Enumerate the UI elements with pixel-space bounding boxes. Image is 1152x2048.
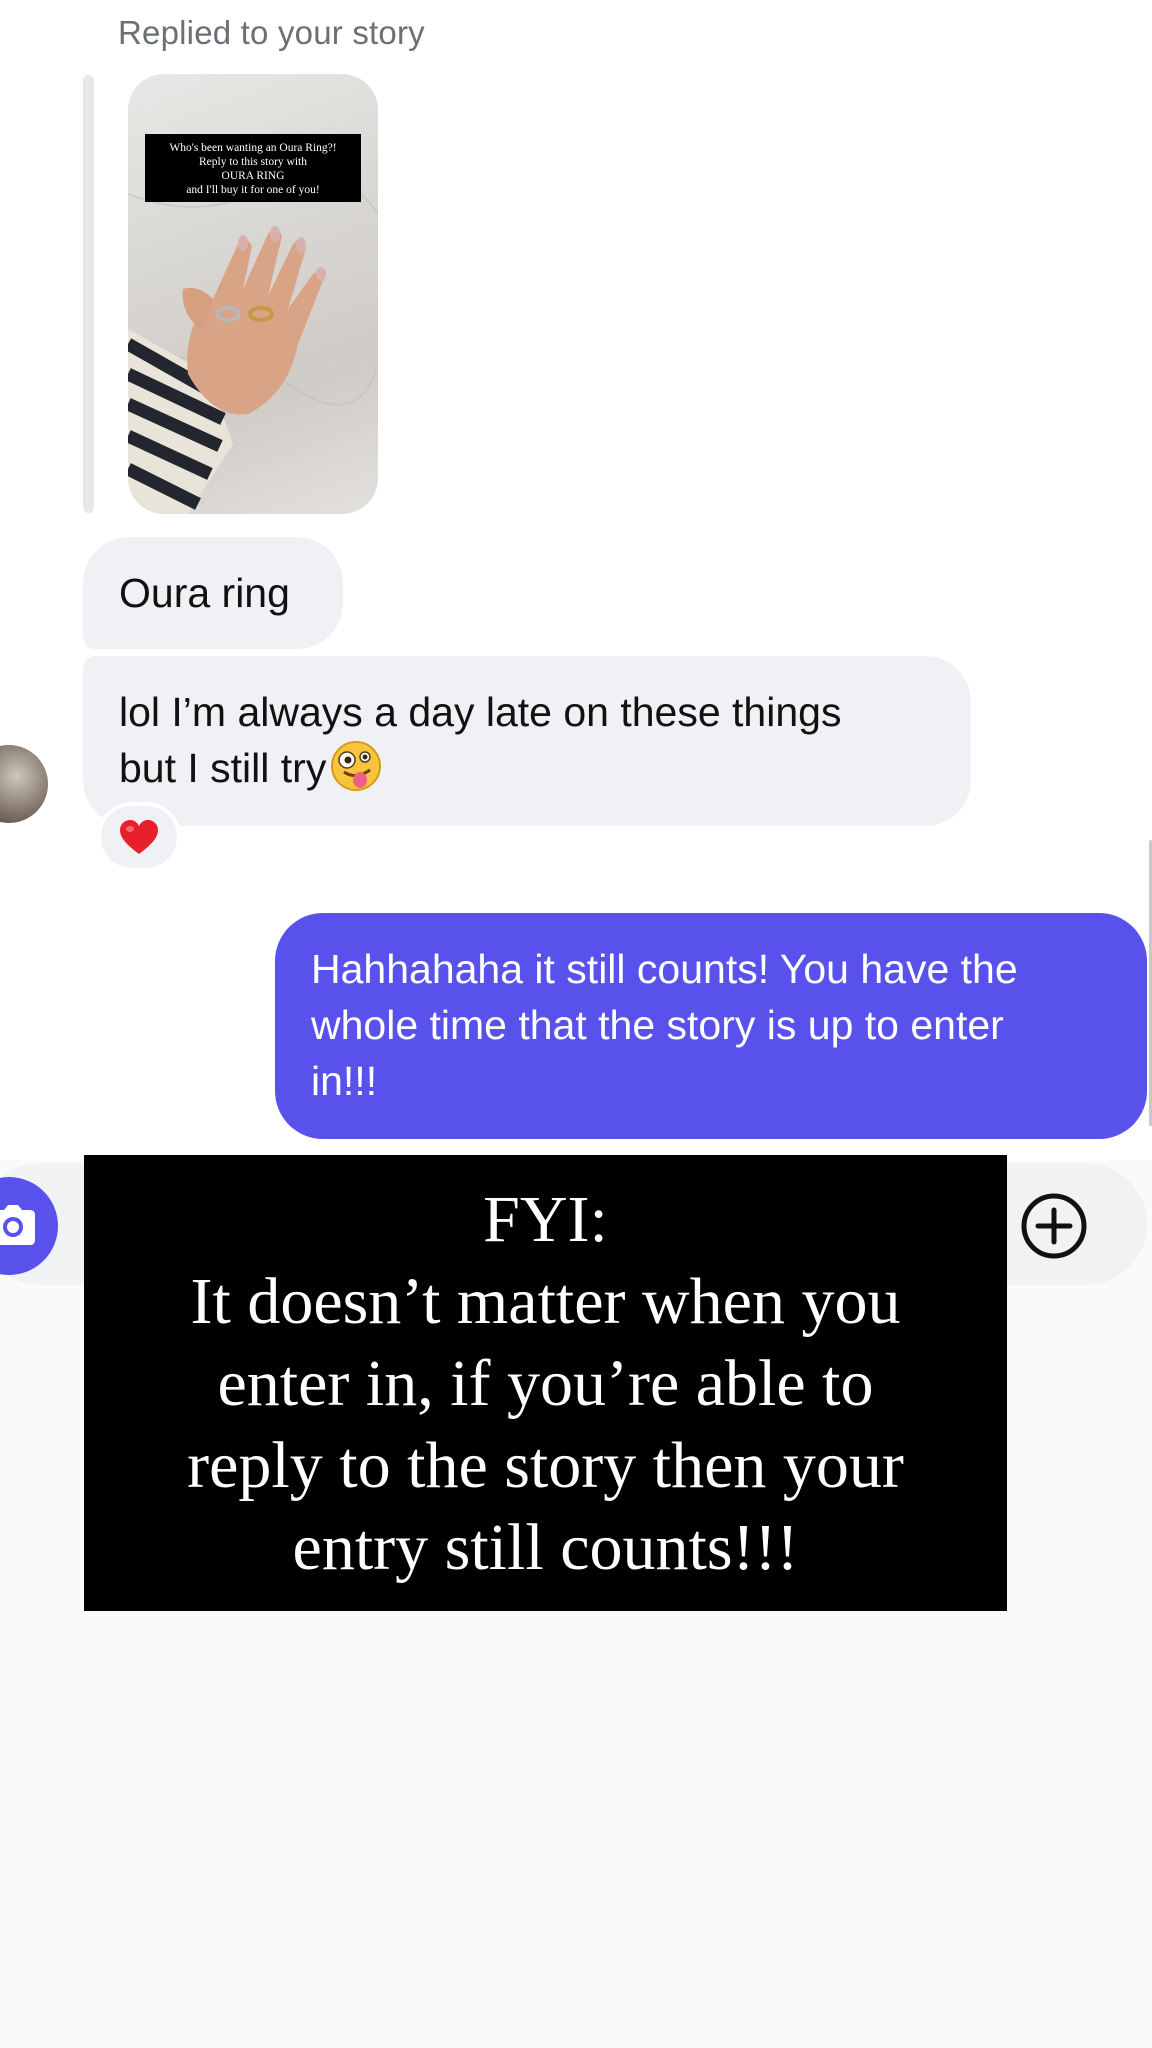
message-text-line: in!!! (311, 1058, 378, 1104)
story-caption: Who's been wanting an Oura Ring?! Reply … (145, 134, 361, 202)
overlay-line: FYI: (483, 1183, 608, 1256)
plus-circle-icon (1021, 1193, 1087, 1259)
add-button[interactable] (1018, 1190, 1090, 1262)
incoming-message-bubble[interactable]: lol I’m always a day late on these thing… (83, 656, 971, 826)
replied-to-story-label: Replied to your story (118, 14, 425, 51)
incoming-message-bubble[interactable]: Oura ring (83, 537, 343, 649)
overlay-line: It doesn’t matter when you (190, 1265, 901, 1338)
outgoing-message-bubble[interactable]: Hahhahaha it still counts! You have the … (275, 913, 1147, 1139)
story-caption-line: and I'll buy it for one of you! (186, 184, 320, 196)
message-text-line: whole time that the story is up to enter (311, 1002, 1004, 1048)
message-text: Oura ring (119, 570, 290, 616)
message-text-line: Hahhahaha it still counts! You have the (311, 946, 1018, 992)
story-thumbnail[interactable]: Who's been wanting an Oura Ring?! Reply … (128, 74, 378, 514)
story-caption-line: OURA RING (221, 170, 285, 182)
story-caption-line: Who's been wanting an Oura Ring?! (169, 142, 337, 154)
zany-face-emoji-icon (330, 740, 382, 792)
message-text: but I still try (119, 745, 327, 791)
heart-reaction[interactable] (97, 802, 181, 872)
story-caption-line: Reply to this story with (199, 156, 307, 168)
reply-quote-bar (83, 75, 94, 513)
overlay-line: enter in, if you’re able to (217, 1347, 874, 1420)
message-text-line: lol I’m always a day late on these thing… (119, 689, 842, 735)
overlay-line: reply to the story then your (187, 1429, 904, 1502)
heart-icon (120, 820, 158, 854)
overlay-line: entry still counts!!! (292, 1511, 799, 1584)
camera-icon (0, 1205, 35, 1245)
message-text-line: but I still try (119, 740, 931, 796)
fyi-overlay-caption: FYI: It doesn’t matter when you enter in… (84, 1155, 1007, 1611)
